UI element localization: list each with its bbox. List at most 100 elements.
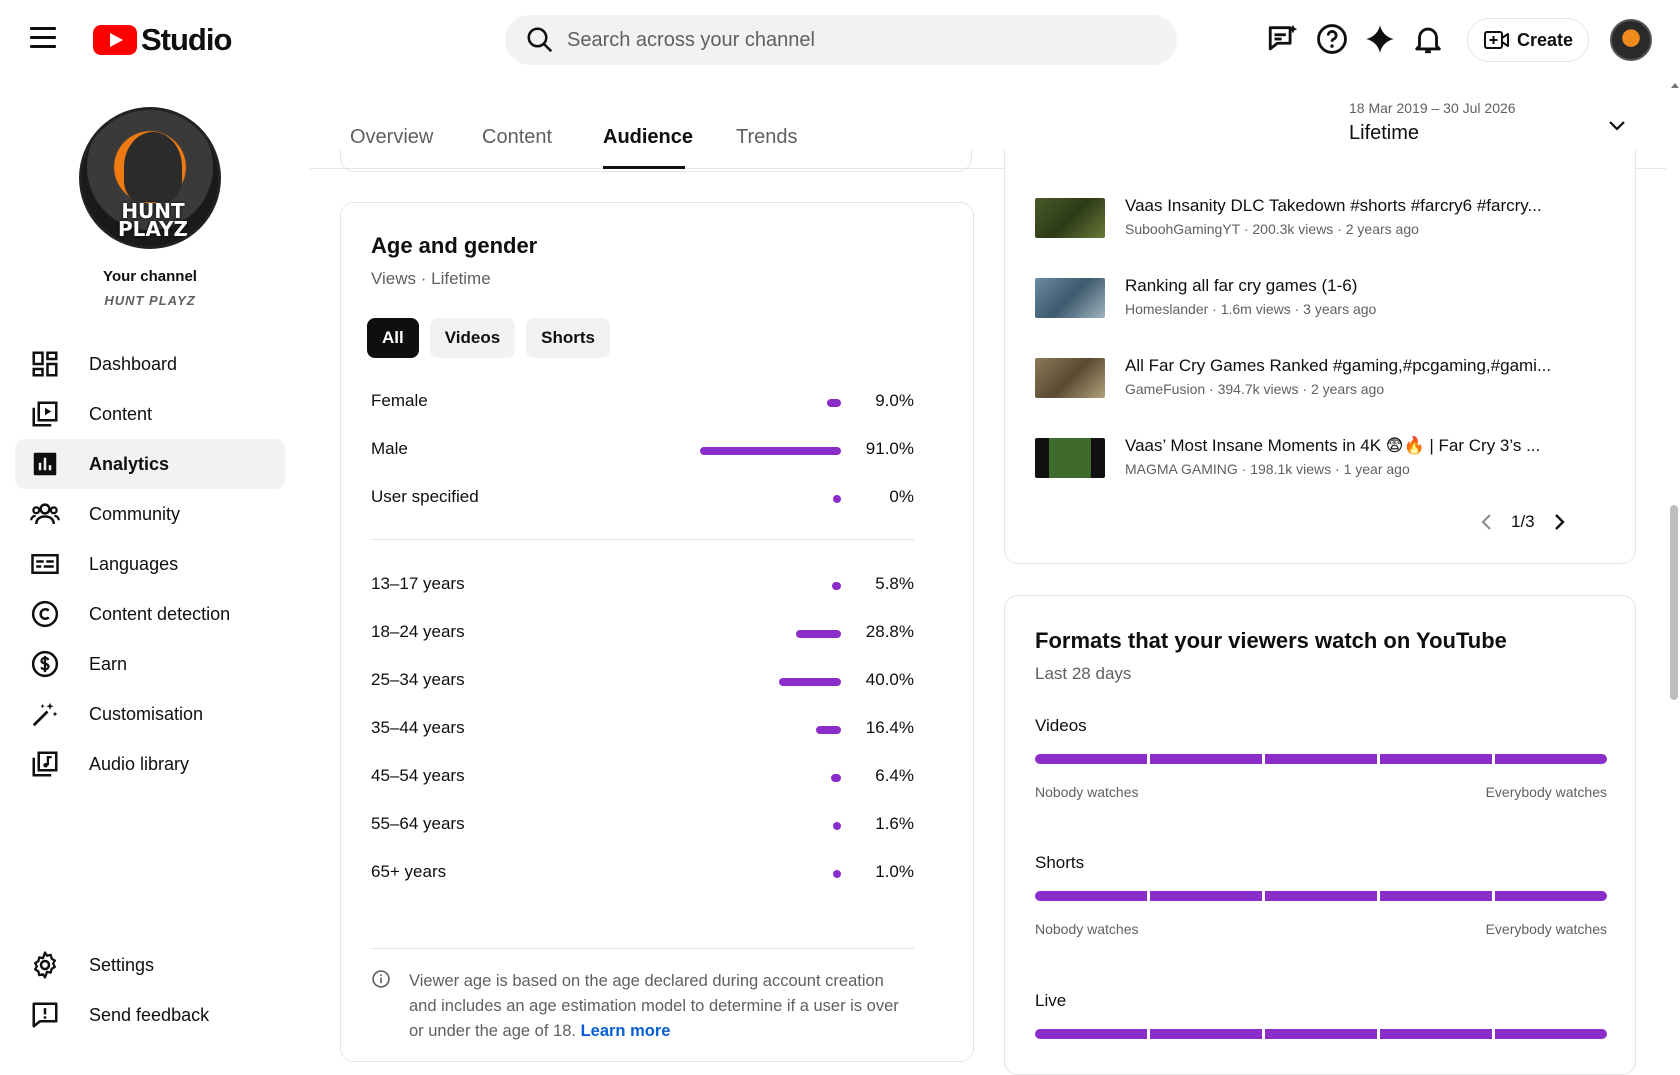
video-item[interactable]: Vaas Insanity DLC Takedown #shorts #farc… <box>1035 196 1605 242</box>
studio-logo[interactable]: Studio <box>93 22 232 58</box>
metric-bar <box>796 630 841 638</box>
sidebar-item-content[interactable]: Content <box>15 389 285 439</box>
tab-content[interactable]: Content <box>482 126 552 149</box>
chevron-left-icon[interactable] <box>1475 510 1499 534</box>
sidebar-item-customisation[interactable]: Customisation <box>15 689 285 739</box>
metric-bar <box>833 495 841 503</box>
tab-overview[interactable]: Overview <box>350 126 433 149</box>
info-icon[interactable] <box>371 969 391 989</box>
menu-icon[interactable] <box>30 27 56 49</box>
create-label: Create <box>1516 29 1574 50</box>
search-bar[interactable] <box>505 15 1177 65</box>
date-range-picker[interactable]: 18 Mar 2019 – 30 Jul 2026 Lifetime <box>1349 100 1516 145</box>
sidebar-item-label: Community <box>89 503 181 524</box>
age-note: Viewer age is based on the age declared … <box>409 969 909 1044</box>
scale-segment <box>1265 891 1377 901</box>
date-range-label: Lifetime <box>1349 122 1420 144</box>
sidebar-item-label: Customisation <box>89 703 204 724</box>
metric-label: 13–17 years <box>371 574 465 593</box>
account-avatar[interactable] <box>1610 19 1652 61</box>
sidebar-item-dashboard[interactable]: Dashboard <box>15 339 285 389</box>
youtube-logo-icon <box>93 25 137 55</box>
metric-label: 65+ years <box>371 862 447 881</box>
sidebar-item-analytics[interactable]: Analytics <box>15 439 285 489</box>
video-meta: SuboohGamingYT · 200.3k views · 2 years … <box>1125 221 1419 237</box>
sidebar-item-content-detection[interactable]: Content detection <box>15 589 285 639</box>
subtitles-feedback-icon[interactable] <box>1266 22 1300 56</box>
scale-labels: Nobody watches Everybody watches <box>1035 921 1607 937</box>
sidebar: HUNT PLAYZ Your channel HUNT PLAYZ Dashb… <box>0 80 300 1050</box>
search-input[interactable] <box>567 28 1127 52</box>
scale-segment <box>1035 754 1147 764</box>
scale-segment <box>1495 891 1607 901</box>
video-thumbnail <box>1035 358 1105 398</box>
format-row-shorts: Shorts Nobody watches Everybody watches <box>1035 853 1607 937</box>
metric-value: 6.4% <box>875 766 914 785</box>
gear-icon <box>34 951 56 979</box>
community-icon <box>30 503 60 525</box>
scroll-up-arrow-icon[interactable] <box>1671 83 1679 88</box>
scale-segment <box>1150 754 1262 764</box>
gender-row-male: Male 91.0% <box>371 439 914 463</box>
format-scale <box>1035 754 1607 764</box>
video-camera-plus-icon <box>1483 31 1509 49</box>
sidebar-bottom-nav: Settings Send feedback <box>15 940 285 1040</box>
video-item[interactable]: Ranking all far cry games (1-6) Homeslan… <box>1035 276 1605 322</box>
avatar-character <box>124 132 182 202</box>
languages-icon <box>31 554 59 574</box>
scale-segment <box>1265 1029 1377 1039</box>
metric-bar <box>832 582 841 590</box>
previous-card-edge <box>340 150 972 172</box>
analytics-icon <box>33 452 57 476</box>
channel-avatar[interactable]: HUNT PLAYZ <box>79 107 221 249</box>
sparkle-icon[interactable] <box>1363 22 1397 56</box>
sidebar-item-send-feedback[interactable]: Send feedback <box>15 990 285 1040</box>
dashboard-icon <box>32 351 58 377</box>
logo-text: Studio <box>141 22 232 57</box>
sidebar-item-audio-library[interactable]: Audio library <box>15 739 285 789</box>
metric-value: 5.8% <box>875 574 914 593</box>
chevron-down-icon[interactable] <box>1605 114 1629 138</box>
filter-chips: All Videos Shorts <box>367 318 611 358</box>
chip-videos[interactable]: Videos <box>429 318 516 358</box>
chevron-right-icon[interactable] <box>1547 510 1571 534</box>
card-subtitle: Last 28 days <box>1035 664 1132 683</box>
sidebar-item-label: Languages <box>89 553 179 574</box>
avatar-logo-text: HUNT PLAYZ <box>118 199 188 241</box>
sidebar-item-earn[interactable]: Earn <box>15 639 285 689</box>
tab-audience[interactable]: Audience <box>603 126 693 149</box>
chip-shorts[interactable]: Shorts <box>526 318 611 358</box>
tab-trends[interactable]: Trends <box>736 126 798 149</box>
notifications-bell-icon[interactable] <box>1411 22 1445 56</box>
learn-more-link[interactable]: Learn more <box>581 1022 671 1040</box>
metric-bar <box>700 447 841 455</box>
search-icon[interactable] <box>525 25 555 55</box>
format-label: Shorts <box>1035 853 1085 872</box>
age-row: 18–24 years 28.8% <box>371 622 914 646</box>
video-item[interactable]: Vaas’ Most Insane Moments in 4K 😨🔥 | Far… <box>1035 436 1605 482</box>
gender-row-female: Female 9.0% <box>371 391 914 415</box>
video-title: Ranking all far cry games (1-6) <box>1125 276 1358 295</box>
feedback-icon <box>32 1002 58 1028</box>
sidebar-item-languages[interactable]: Languages <box>15 539 285 589</box>
metric-value: 9.0% <box>875 391 914 410</box>
metric-label: 25–34 years <box>371 670 465 689</box>
content-icon <box>32 401 58 427</box>
video-meta: Homeslander · 1.6m views · 3 years ago <box>1125 301 1377 317</box>
divider <box>371 539 914 540</box>
sidebar-item-community[interactable]: Community <box>15 489 285 539</box>
metric-bar <box>779 678 841 686</box>
metric-value: 1.6% <box>875 814 914 833</box>
video-title: Vaas’ Most Insane Moments in 4K 😨🔥 | Far… <box>1125 436 1541 455</box>
sidebar-item-label: Dashboard <box>89 353 178 374</box>
scrollbar-thumb[interactable] <box>1670 505 1678 700</box>
card-subtitle: Views · Lifetime <box>371 269 491 288</box>
create-button[interactable]: Create <box>1467 18 1589 62</box>
audio-library-icon <box>32 751 58 777</box>
metric-label: 18–24 years <box>371 622 465 641</box>
sidebar-item-settings[interactable]: Settings <box>15 940 285 990</box>
copyright-icon <box>31 600 59 628</box>
video-item[interactable]: All Far Cry Games Ranked #gaming,#pcgami… <box>1035 356 1605 402</box>
chip-all[interactable]: All <box>367 318 419 358</box>
help-icon[interactable] <box>1315 22 1349 56</box>
